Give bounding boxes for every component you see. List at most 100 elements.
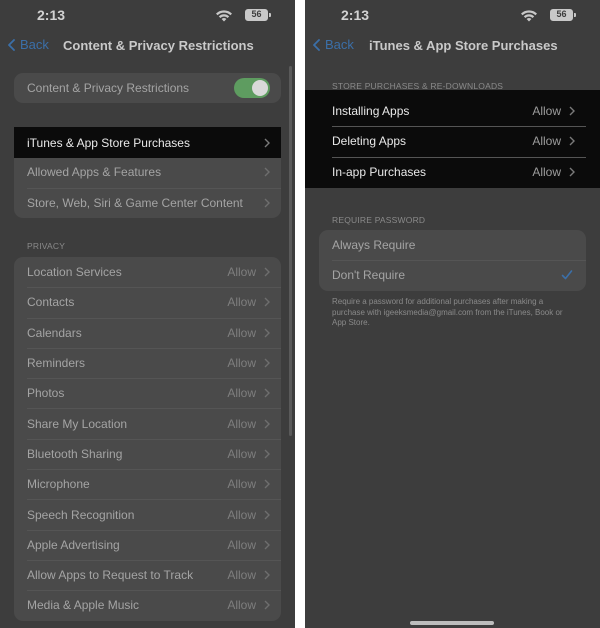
back-label: Back — [325, 37, 354, 52]
row-label: Always Require — [332, 238, 416, 253]
row-value: Allow — [227, 295, 256, 310]
privacy-group: Location Services Allow Contacts Allow C… — [14, 257, 281, 621]
row-value: Allow — [227, 356, 256, 371]
scrollbar[interactable] — [289, 66, 292, 436]
row-label: Media & Apple Music — [27, 598, 140, 613]
allowed-apps-row[interactable]: Allowed Apps & Features — [14, 157, 281, 187]
privacy-row-microphone[interactable]: Microphone Allow — [14, 469, 281, 499]
row-value: Allow — [227, 446, 256, 461]
privacy-row-reminders[interactable]: Reminders Allow — [14, 347, 281, 378]
checkmark-icon — [561, 270, 573, 280]
battery-icon: 56 — [550, 9, 576, 21]
chevron-right-icon — [264, 600, 270, 610]
row-label: Microphone — [27, 477, 90, 492]
require-password-section-header: REQUIRE PASSWORD — [332, 215, 426, 225]
battery-icon: 56 — [245, 9, 271, 21]
wifi-icon — [521, 10, 537, 22]
row-value: Allow — [227, 537, 256, 552]
chevron-right-icon — [264, 267, 270, 277]
privacy-row-location-services[interactable]: Location Services Allow — [14, 257, 281, 287]
row-value: Allow — [227, 598, 256, 613]
chevron-right-icon — [264, 138, 270, 147]
privacy-row-calendars[interactable]: Calendars Allow — [14, 317, 281, 348]
row-label: iTunes & App Store Purchases — [27, 135, 190, 150]
row-label: Deleting Apps — [332, 134, 407, 149]
chevron-right-icon — [569, 136, 575, 146]
row-label: Calendars — [27, 325, 82, 340]
back-label: Back — [20, 37, 49, 52]
installing-apps-row[interactable]: Installing Apps Allow — [319, 96, 586, 126]
page-title: iTunes & App Store Purchases — [369, 38, 558, 53]
content-privacy-toggle-row: Content & Privacy Restrictions — [14, 73, 281, 103]
page-title: Content & Privacy Restrictions — [63, 38, 254, 53]
itunes-app-store-row[interactable]: iTunes & App Store Purchases — [14, 127, 281, 158]
row-label: Store, Web, Siri & Game Center Content — [27, 195, 243, 210]
wifi-icon — [216, 10, 232, 22]
purchases-group-highlight: Installing Apps Allow Deleting Apps Allo… — [305, 90, 600, 188]
row-value: Allow — [532, 134, 561, 149]
row-value: Allow — [227, 477, 256, 492]
back-button[interactable]: Back — [8, 37, 49, 52]
chevron-right-icon — [264, 419, 270, 429]
row-label: Reminders — [27, 356, 86, 371]
status-time: 2:13 — [37, 7, 66, 23]
privacy-row-speech-recognition[interactable]: Speech Recognition Allow — [14, 499, 281, 529]
restrictions-toggle-group: Content & Privacy Restrictions — [14, 73, 281, 104]
chevron-right-icon — [264, 328, 270, 338]
chevron-left-icon — [8, 38, 15, 51]
in-app-purchases-row[interactable]: In-app Purchases Allow — [319, 156, 586, 187]
row-value: Allow — [227, 265, 256, 280]
navigation-bar: Back iTunes & App Store Purchases — [305, 32, 600, 60]
row-label: Don't Require — [332, 268, 405, 283]
chevron-right-icon — [264, 449, 270, 459]
row-value: Allow — [227, 386, 256, 401]
deleting-apps-row[interactable]: Deleting Apps Allow — [319, 126, 586, 156]
require-password-group: Always Require Don't Require — [319, 230, 586, 291]
chevron-right-icon — [264, 297, 270, 307]
phone-screen-content-privacy: 2:13 56 Back Content & Privacy Restricti… — [0, 0, 295, 628]
content-privacy-toggle[interactable] — [234, 78, 270, 99]
chevron-right-icon — [264, 388, 270, 398]
row-label: Installing Apps — [332, 104, 410, 119]
row-value: Allow — [227, 507, 256, 522]
privacy-row-apple-advertising[interactable]: Apple Advertising Allow — [14, 529, 281, 560]
itunes-row-inner: iTunes & App Store Purchases — [14, 127, 281, 158]
row-label: Photos — [27, 386, 65, 401]
row-label: Share My Location — [27, 416, 128, 431]
navigation-bar: Back Content & Privacy Restrictions — [0, 32, 295, 60]
store-web-siri-row[interactable]: Store, Web, Siri & Game Center Content — [14, 187, 281, 218]
chevron-right-icon — [264, 167, 270, 177]
row-label: In-app Purchases — [332, 164, 427, 179]
always-require-option[interactable]: Always Require — [319, 230, 586, 260]
row-value: Allow — [532, 164, 561, 179]
status-bar: 2:13 56 — [305, 0, 600, 30]
row-value: Allow — [532, 104, 561, 119]
row-value: Allow — [227, 416, 256, 431]
purchases-group: Installing Apps Allow Deleting Apps Allo… — [319, 96, 586, 187]
chevron-right-icon — [264, 540, 270, 550]
privacy-row-share-my-location[interactable]: Share My Location Allow — [14, 408, 281, 438]
row-label: Contacts — [27, 295, 75, 310]
row-value: Allow — [227, 325, 256, 340]
row-label: Speech Recognition — [27, 507, 135, 522]
privacy-row-contacts[interactable]: Contacts Allow — [14, 287, 281, 317]
chevron-right-icon — [264, 479, 270, 489]
chevron-right-icon — [264, 570, 270, 580]
chevron-right-icon — [569, 167, 575, 177]
row-label: Apple Advertising — [27, 537, 120, 552]
privacy-row-bluetooth-sharing[interactable]: Bluetooth Sharing Allow — [14, 438, 281, 469]
privacy-row-media-apple-music[interactable]: Media & Apple Music Allow — [14, 590, 281, 620]
back-button[interactable]: Back — [313, 37, 354, 52]
privacy-row-allow-apps-to-track[interactable]: Allow Apps to Request to Track Allow — [14, 559, 281, 590]
status-time: 2:13 — [341, 7, 370, 23]
password-footer-note: Require a password for additional purcha… — [332, 297, 563, 327]
dont-require-option[interactable]: Don't Require — [319, 260, 586, 290]
chevron-right-icon — [264, 358, 270, 368]
chevron-right-icon — [569, 106, 575, 116]
home-indicator — [410, 621, 494, 625]
screenshot-comparison: 2:13 56 Back Content & Privacy Restricti… — [0, 0, 600, 628]
chevron-right-icon — [264, 198, 270, 208]
row-value: Allow — [227, 568, 256, 583]
row-label: Bluetooth Sharing — [27, 446, 123, 461]
privacy-row-photos[interactable]: Photos Allow — [14, 378, 281, 408]
